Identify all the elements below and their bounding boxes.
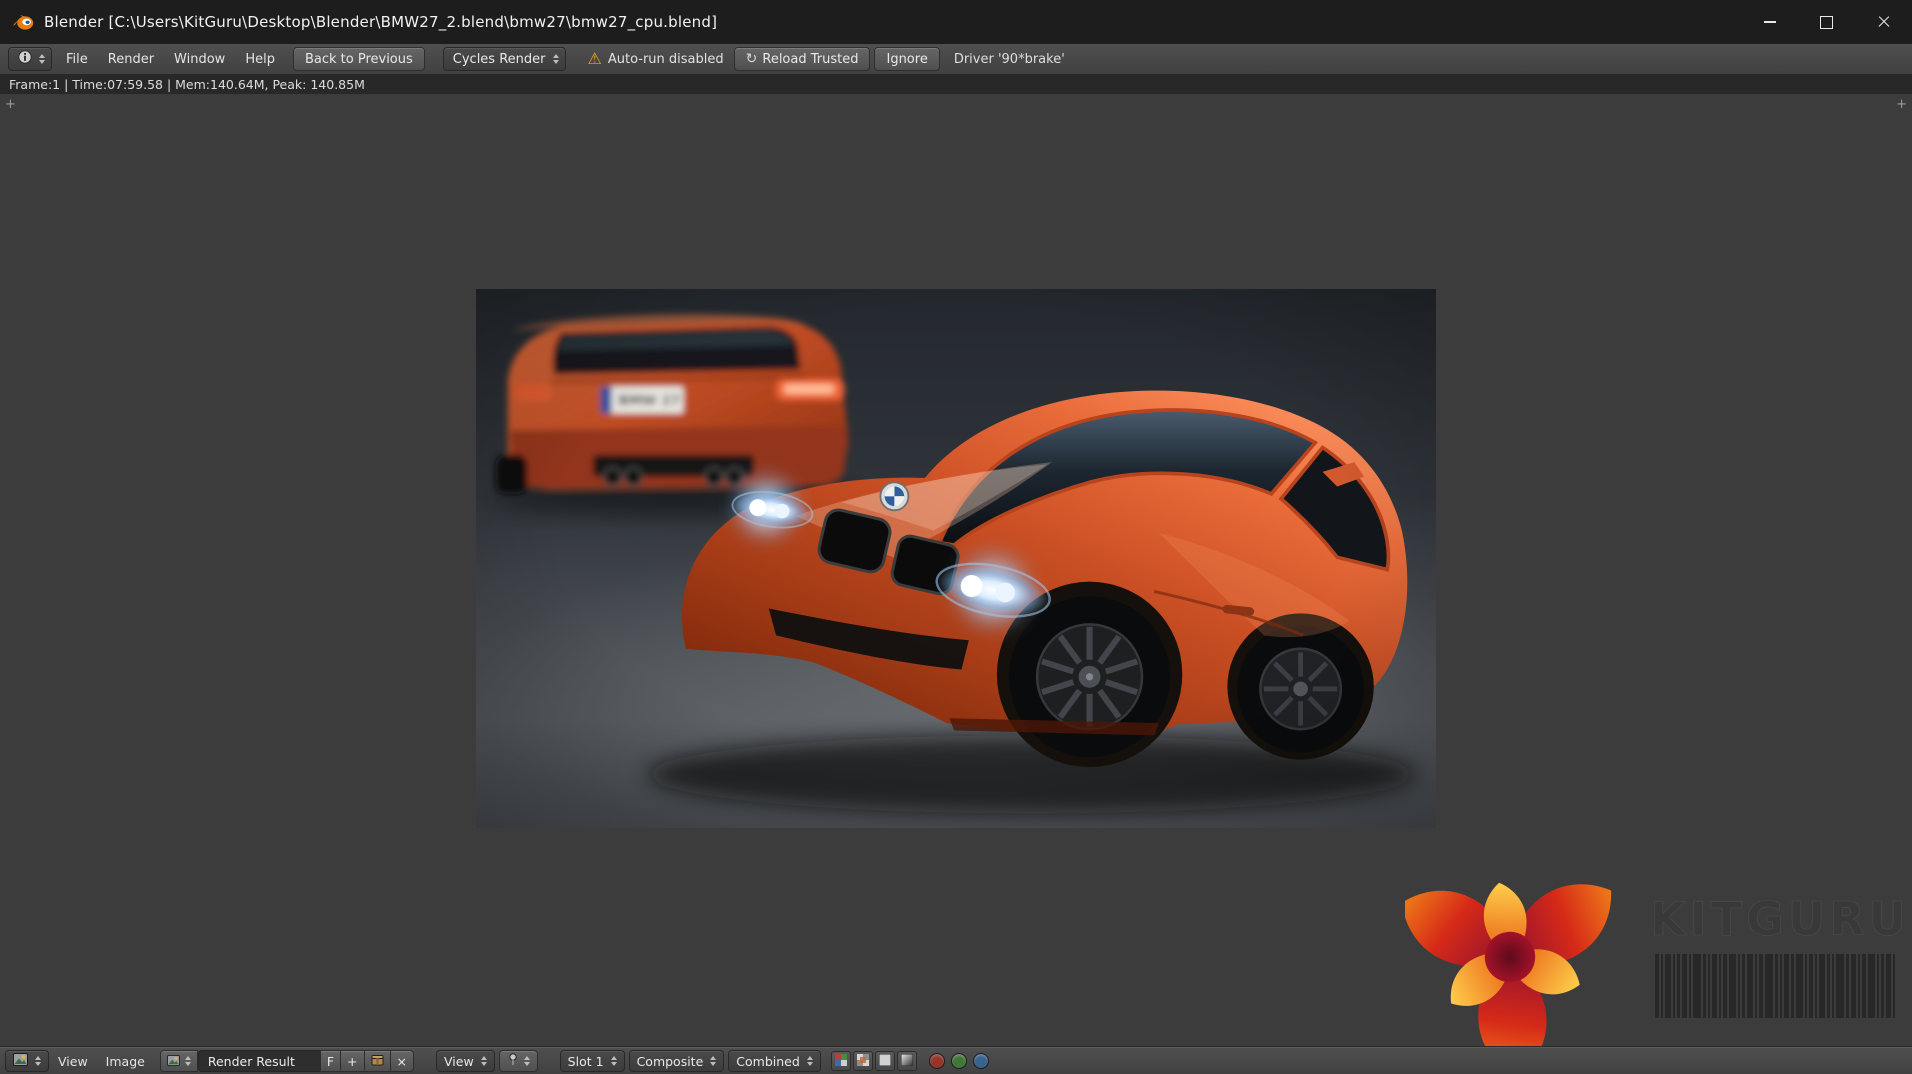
menu-window[interactable]: Window: [164, 49, 235, 70]
titlebar[interactable]: Blender [C:\Users\KitGuru\Desktop\Blende…: [0, 0, 1912, 44]
kitguru-barcode: [1655, 954, 1895, 1018]
dropdown-arrows-icon: [480, 1056, 487, 1066]
driver-status: Driver '90*brake': [953, 51, 1065, 67]
reload-icon: ↻: [745, 51, 758, 67]
render-engine-value: Cycles Render: [452, 51, 546, 67]
browse-image-button[interactable]: [159, 1050, 198, 1072]
view-mode-dropdown[interactable]: View: [436, 1050, 495, 1072]
render-stats-bar: Frame:1 | Time:07:59.58 | Mem:140.64M, P…: [0, 74, 1912, 95]
reload-trusted-button[interactable]: ↻ Reload Trusted: [733, 47, 871, 71]
close-button[interactable]: [1855, 0, 1912, 44]
red-dot-button[interactable]: [928, 1053, 945, 1069]
reload-trusted-label: Reload Trusted: [762, 51, 859, 67]
pack-image-button[interactable]: [363, 1050, 391, 1072]
render-engine-dropdown[interactable]: Cycles Render: [442, 47, 566, 71]
rgb-channels-icon: [834, 1053, 847, 1069]
unlink-image-button[interactable]: ×: [389, 1050, 414, 1072]
image-datablock-group: Render Result F + ×: [159, 1050, 414, 1072]
fake-user-button[interactable]: F: [319, 1050, 342, 1072]
view-mode-value: View: [444, 1053, 474, 1069]
menu-file[interactable]: File: [56, 49, 98, 70]
render-result-image: BMW 27: [476, 289, 1436, 828]
dropdown-arrows-icon: [184, 1056, 191, 1066]
dropdown-arrows-icon: [523, 1056, 530, 1066]
maximize-icon: [1820, 15, 1833, 29]
pass-dropdown[interactable]: Combined: [728, 1050, 821, 1072]
back-to-previous-button[interactable]: Back to Previous: [292, 47, 425, 71]
menu-help[interactable]: Help: [235, 49, 285, 70]
info-header: File Render Window Help Back to Previous…: [0, 44, 1912, 75]
warning-icon: ⚠: [587, 49, 602, 68]
slot-value: Slot 1: [567, 1053, 604, 1069]
ignore-button[interactable]: Ignore: [874, 47, 940, 71]
display-rgb-button[interactable]: [830, 1051, 851, 1071]
alpha-icon: [878, 1053, 892, 1069]
menu-view[interactable]: View: [49, 1052, 97, 1071]
region-expand-icon[interactable]: +: [5, 98, 16, 111]
dropdown-arrows-icon: [806, 1056, 813, 1066]
rgba-checker-icon: [856, 1053, 869, 1069]
render-stats-text: Frame:1 | Time:07:59.58 | Mem:140.64M, P…: [9, 76, 365, 92]
display-alpha-button[interactable]: [874, 1051, 895, 1071]
editor-type-selector[interactable]: [5, 1050, 49, 1072]
image-editor-viewport: + + KITGURU: [0, 94, 1912, 1062]
editor-type-selector[interactable]: [8, 47, 52, 71]
display-channel-buttons: [830, 1051, 917, 1071]
pin-button[interactable]: [498, 1050, 538, 1072]
minimize-icon: [1763, 21, 1776, 23]
z-depth-icon: [900, 1053, 914, 1069]
close-icon: [1877, 15, 1891, 29]
maximize-button[interactable]: [1798, 0, 1855, 44]
menu-image[interactable]: Image: [97, 1052, 154, 1071]
kitguru-watermark: KITGURU: [1398, 852, 1912, 1068]
minimize-button[interactable]: [1741, 0, 1798, 44]
kitguru-logo: [1405, 882, 1612, 1062]
browse-image-icon: [166, 1054, 180, 1069]
blender-window: Blender [C:\Users\KitGuru\Desktop\Blende…: [0, 0, 1912, 1074]
blue-dot-button[interactable]: [972, 1053, 989, 1069]
dropdown-arrows-icon: [39, 54, 45, 64]
image-editor-header: View Image Render Result F + × View Slot…: [0, 1047, 1912, 1074]
display-rgba-button[interactable]: [852, 1051, 873, 1071]
autorun-warning: ⚠ Auto-run disabled: [588, 51, 724, 67]
green-dot-button[interactable]: [950, 1053, 967, 1069]
slot-dropdown[interactable]: Slot 1: [559, 1050, 625, 1072]
pack-image-icon: [371, 1054, 384, 1069]
channel-dot-buttons: [928, 1053, 989, 1069]
dropdown-arrows-icon: [552, 54, 559, 64]
menu-render[interactable]: Render: [98, 49, 164, 70]
layer-value: Composite: [636, 1053, 704, 1069]
region-expand-icon[interactable]: +: [1896, 98, 1907, 111]
bmw-render-scene: BMW 27: [476, 289, 1436, 828]
pass-value: Combined: [736, 1053, 800, 1069]
window-controls: [1741, 0, 1912, 44]
info-editor-icon: [18, 50, 32, 68]
layer-dropdown[interactable]: Composite: [628, 1050, 725, 1072]
dropdown-arrows-icon: [610, 1056, 617, 1066]
kitguru-brand-text: KITGURU: [1650, 892, 1911, 947]
pin-icon: [507, 1053, 519, 1069]
window-title: Blender [C:\Users\KitGuru\Desktop\Blende…: [44, 13, 718, 31]
dropdown-arrows-icon: [710, 1056, 717, 1066]
image-editor-icon: [13, 1053, 28, 1069]
image-name-field[interactable]: Render Result: [197, 1050, 321, 1072]
autorun-warning-label: Auto-run disabled: [607, 51, 724, 67]
dropdown-arrows-icon: [35, 1056, 41, 1066]
blender-logo-icon: [12, 13, 34, 31]
new-image-button[interactable]: +: [340, 1050, 365, 1072]
display-z-button[interactable]: [896, 1051, 917, 1071]
